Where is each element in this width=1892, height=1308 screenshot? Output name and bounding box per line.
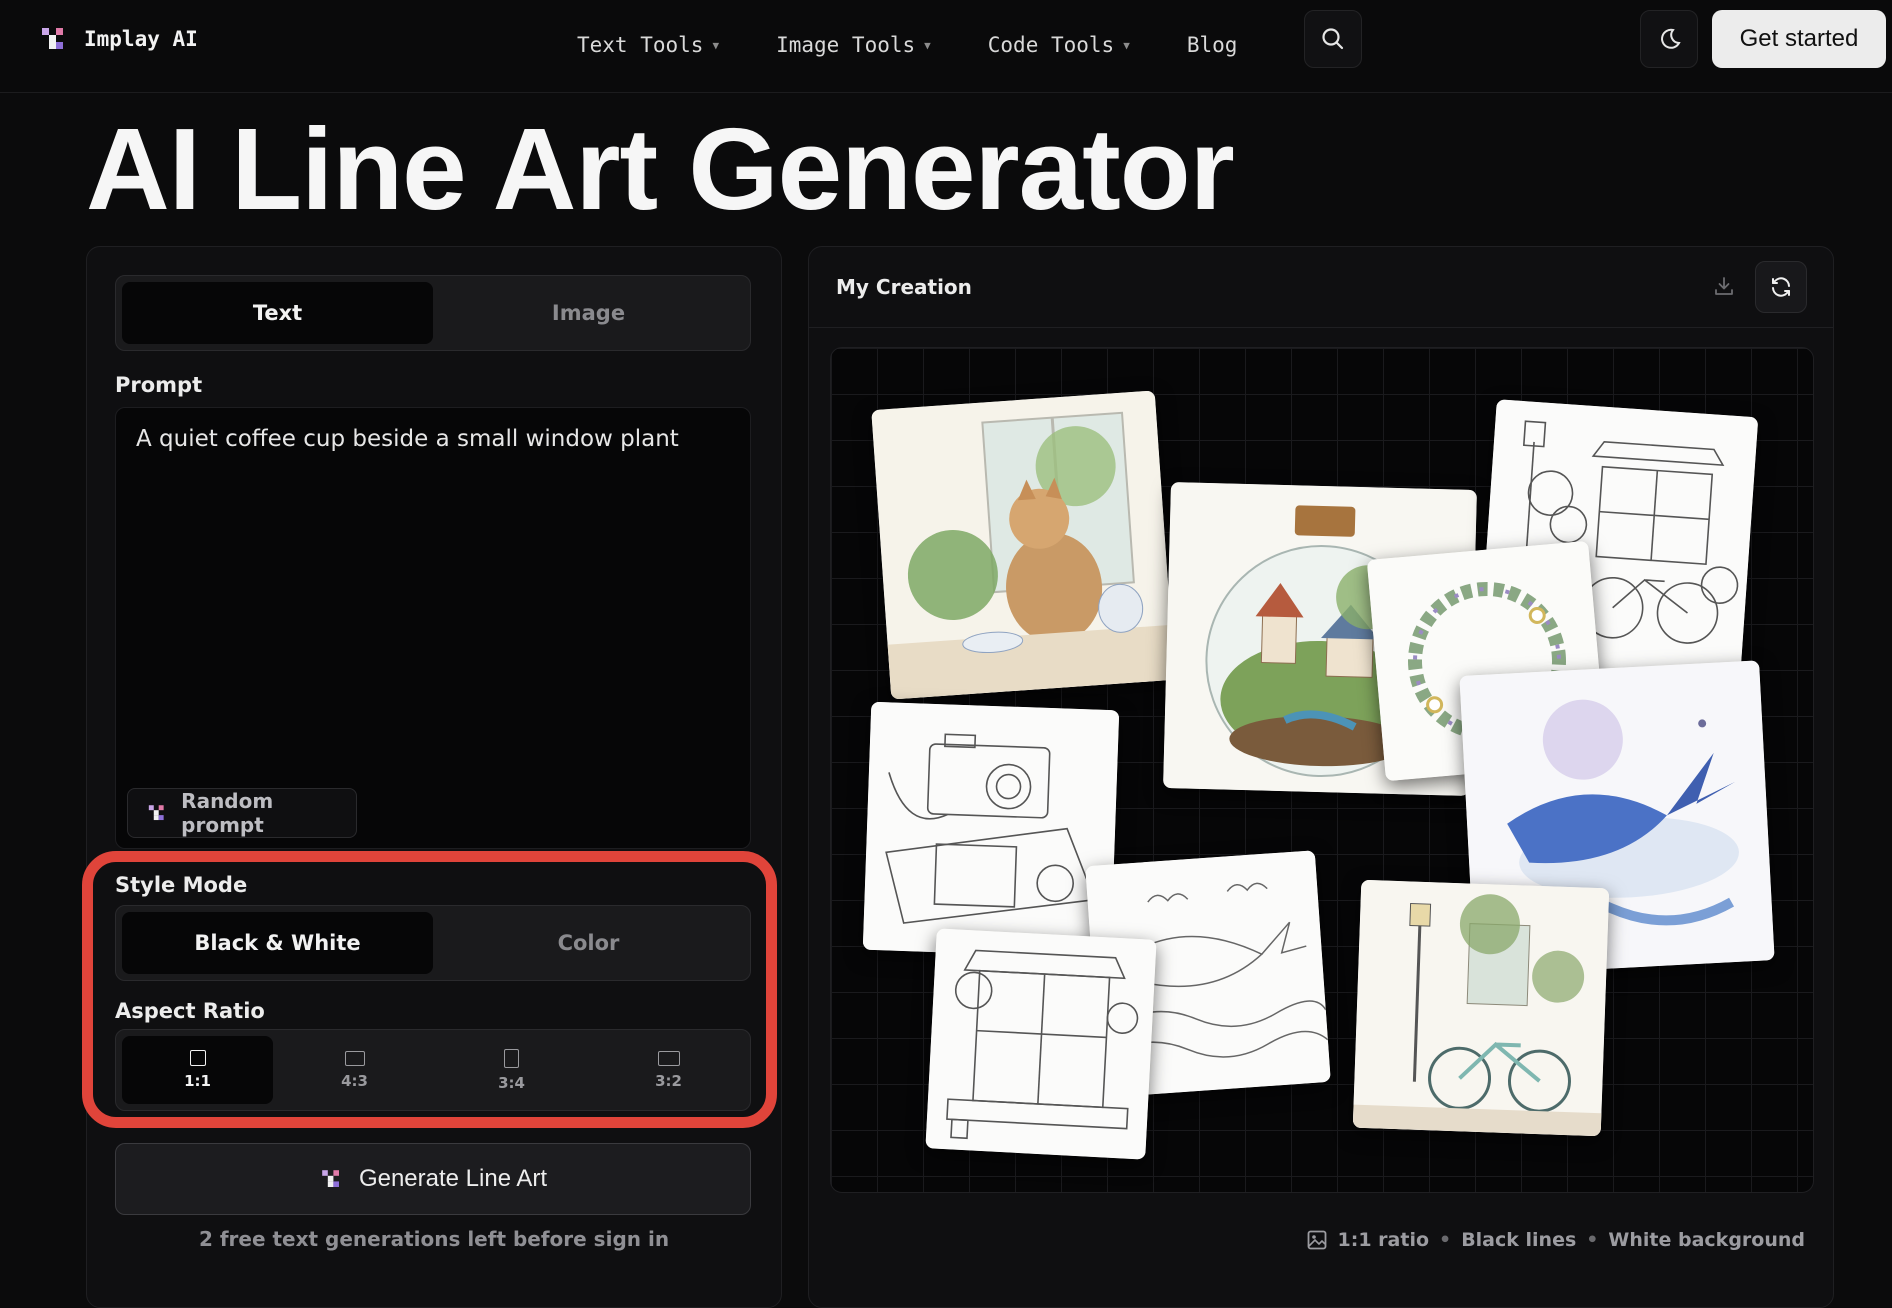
page-title: AI Line Art Generator [86, 104, 1235, 234]
separator-dot: • [1439, 1229, 1452, 1251]
nav-text-tools[interactable]: Text Tools ▼ [577, 33, 719, 57]
regenerate-button[interactable] [1755, 261, 1807, 313]
nav-blog[interactable]: Blog [1187, 33, 1238, 57]
nav-links: Text Tools ▼ Image Tools ▼ Code Tools ▼ Blo… [577, 22, 1294, 68]
moon-icon [1661, 28, 1681, 49]
sample-image-bicycle-watercolor [1352, 879, 1610, 1137]
meta-background: White background [1608, 1229, 1805, 1251]
nav-code-tools[interactable]: Code Tools ▼ [988, 33, 1130, 57]
generate-button-label: Generate Line Art [358, 1165, 548, 1192]
sparkle-logo-icon [148, 805, 164, 821]
highlight-annotation [82, 851, 777, 1128]
prompt-label: Prompt [115, 373, 203, 397]
sample-image-camera-sketch [862, 701, 1120, 959]
nav-blog-label: Blog [1186, 33, 1238, 57]
prompt-text: A quiet coffee cup beside a small window… [136, 426, 679, 452]
sparkle-logo-icon [322, 1170, 339, 1187]
meta-lines: Black lines [1461, 1229, 1577, 1251]
prompt-textarea[interactable]: A quiet coffee cup beside a small window… [115, 407, 751, 849]
output-header: My Creation [809, 247, 1833, 328]
tab-text[interactable]: Text [122, 282, 433, 344]
implay-logo-icon [42, 28, 63, 49]
dropdown-caret-icon: ▼ [924, 38, 931, 52]
input-panel: Text Image Prompt A quiet coffee cup bes… [86, 246, 782, 1308]
sample-image-window-lineart [925, 928, 1157, 1160]
creation-meta: 1:1 ratio • Black lines • White backgrou… [809, 1229, 1805, 1251]
nav-image-tools-label: Image Tools [776, 33, 916, 57]
get-started-button[interactable]: Get started [1712, 10, 1886, 68]
free-generations-note: 2 free text generations left before sign… [198, 1227, 670, 1251]
sample-image-cat-window [871, 390, 1175, 700]
dropdown-caret-icon: ▼ [1123, 38, 1130, 52]
random-prompt-label: Random prompt [181, 789, 274, 837]
random-prompt-button[interactable]: Random prompt [127, 788, 357, 838]
nav-text-tools-label: Text Tools [577, 33, 704, 57]
brand-logo[interactable]: Implay AI [38, 24, 198, 54]
nav-code-tools-label: Code Tools [987, 33, 1115, 57]
refresh-icon [1772, 277, 1790, 297]
theme-toggle-button[interactable] [1640, 10, 1698, 68]
output-title: My Creation [836, 275, 972, 299]
tab-image[interactable]: Image [433, 282, 744, 344]
output-panel: My Creation 1:1 ratio • Black lines • Wh… [808, 246, 1834, 1308]
search-button[interactable] [1304, 10, 1362, 68]
dropdown-caret-icon: ▼ [712, 38, 720, 52]
download-icon [1715, 277, 1733, 295]
brand-name: Implay AI [84, 27, 198, 51]
input-mode-tabs: Text Image [115, 275, 751, 351]
top-navbar: Implay AI Text Tools ▼ Image Tools ▼ Code … [0, 0, 1892, 93]
creation-canvas [830, 347, 1814, 1193]
generate-line-art-button[interactable]: Generate Line Art [115, 1143, 751, 1215]
download-button[interactable] [1699, 261, 1749, 311]
image-icon [1307, 1230, 1326, 1250]
meta-ratio: 1:1 ratio [1337, 1229, 1430, 1251]
search-icon [1322, 28, 1344, 50]
separator-dot: • [1586, 1229, 1599, 1251]
nav-image-tools[interactable]: Image Tools ▼ [776, 33, 931, 57]
